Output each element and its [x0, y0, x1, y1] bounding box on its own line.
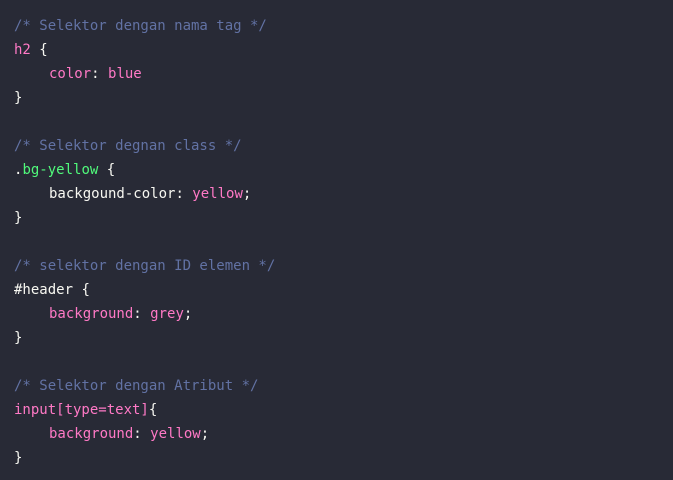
colon: :: [175, 186, 193, 202]
css-property: background: [49, 306, 134, 322]
css-value: grey: [150, 306, 184, 322]
css-property: color: [49, 66, 92, 82]
open-brace: {: [98, 162, 116, 178]
colon: :: [91, 66, 109, 82]
declaration-line: backgound-color: yellow;: [14, 182, 659, 206]
declaration-line: background: yellow;: [14, 422, 659, 446]
semicolon: ;: [183, 306, 193, 322]
tag-selector: h2: [14, 42, 31, 58]
attribute-selector: input[type=text]: [14, 402, 149, 418]
selector-line: #header {: [14, 278, 659, 302]
code-comment: /* Selektor degnan class */: [14, 138, 242, 154]
open-brace: {: [30, 42, 48, 58]
close-line: }: [14, 86, 659, 110]
code-comment: /* Selektor dengan Atribut */: [14, 378, 259, 394]
semicolon: ;: [200, 426, 210, 442]
code-comment: /* Selektor dengan nama tag */: [14, 18, 267, 34]
class-selector: bg-yellow: [22, 162, 99, 178]
colon: :: [133, 306, 151, 322]
id-selector: #header: [14, 282, 74, 298]
comment-line: /* Selektor dengan nama tag */: [14, 14, 659, 38]
code-block: /* Selektor dengan nama tag */ h2 { colo…: [0, 0, 673, 480]
close-line: }: [14, 446, 659, 470]
css-value: yellow: [150, 426, 201, 442]
comment-line: /* Selektor degnan class */: [14, 134, 659, 158]
close-brace: }: [14, 90, 23, 106]
code-comment: /* selektor dengan ID elemen */: [14, 258, 276, 274]
selector-line: .bg-yellow {: [14, 158, 659, 182]
comment-line: /* Selektor dengan Atribut */: [14, 374, 659, 398]
css-value: yellow: [192, 186, 243, 202]
css-property: background: [49, 426, 134, 442]
open-brace: {: [148, 402, 158, 418]
semicolon: ;: [242, 186, 252, 202]
declaration-line: background: grey;: [14, 302, 659, 326]
open-brace: {: [73, 282, 90, 298]
css-value: blue: [108, 66, 142, 82]
css-property: backgound-color: [49, 186, 176, 202]
selector-line: input[type=text]{: [14, 398, 659, 422]
close-line: }: [14, 326, 659, 350]
close-brace: }: [14, 450, 23, 466]
close-brace: }: [14, 210, 23, 226]
close-brace: }: [14, 330, 23, 346]
declaration-line: color: blue: [14, 62, 659, 86]
close-line: }: [14, 206, 659, 230]
selector-line: h2 {: [14, 38, 659, 62]
colon: :: [133, 426, 151, 442]
comment-line: /* selektor dengan ID elemen */: [14, 254, 659, 278]
